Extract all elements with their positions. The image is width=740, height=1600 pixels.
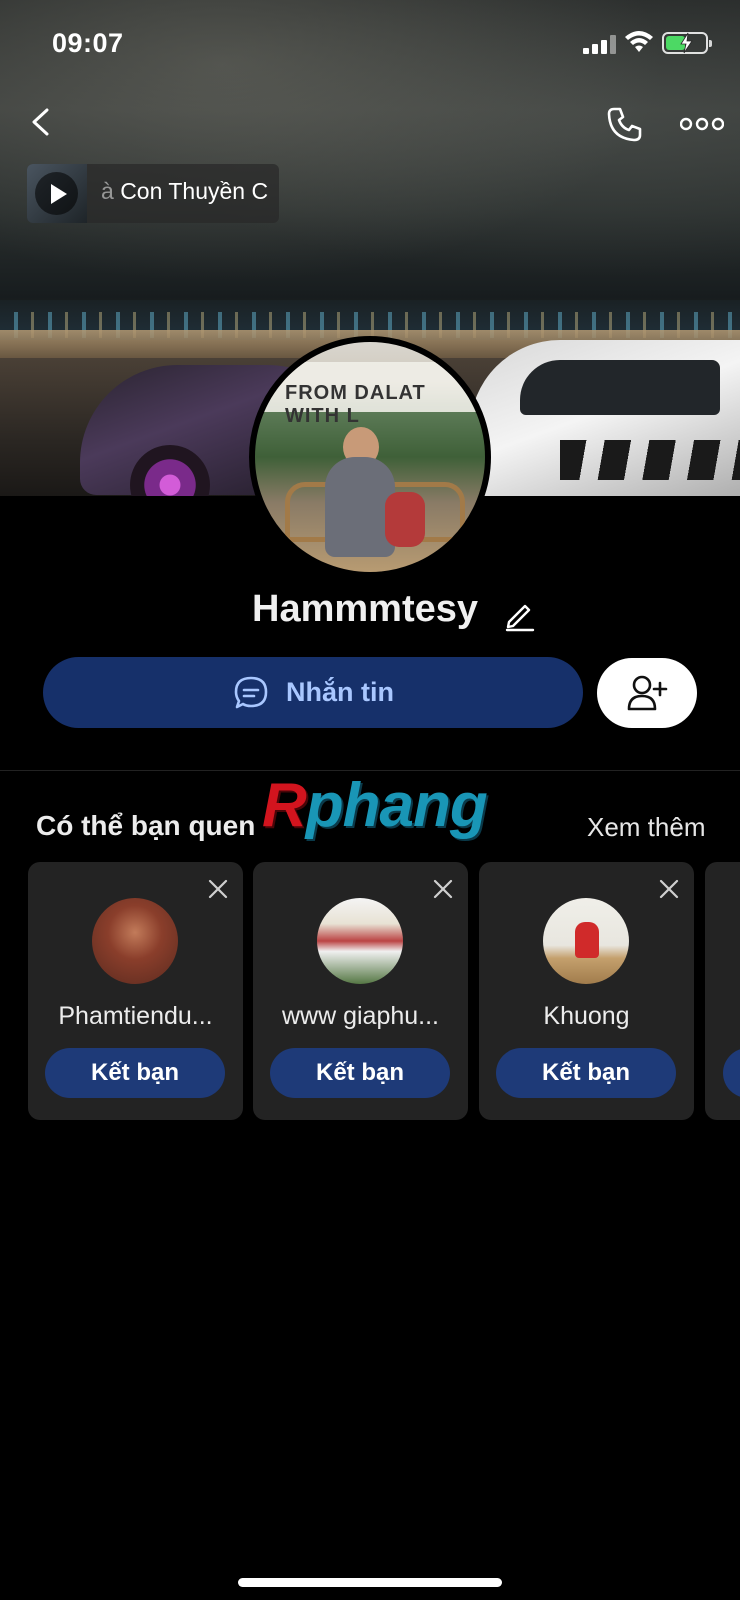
add-friend-suggestion-button[interactable]: Kết bạn (45, 1048, 225, 1098)
cover-car-stripe (560, 440, 740, 480)
back-chevron-icon[interactable] (24, 104, 60, 140)
battery-tip (709, 40, 712, 47)
suggestion-card-partial[interactable] (705, 862, 740, 1120)
watermark-letter: R (262, 771, 307, 840)
add-friend-suggestion-button-partial[interactable] (723, 1048, 740, 1098)
edit-pencil-icon[interactable] (503, 598, 537, 632)
message-button-label: Nhắn tin (286, 677, 394, 707)
suggestions-title: Có thể bạn quen (36, 810, 256, 841)
music-title-main: Con Thuyền C (120, 178, 269, 204)
suggestions-carousel[interactable]: Phamtiendu... Kết bạn www giaphu... Kết … (28, 862, 740, 1122)
music-title-prefix: à (101, 178, 114, 204)
profile-name: Hammmtesy (252, 588, 478, 630)
suggestion-name[interactable]: Phamtiendu... (40, 1002, 231, 1031)
add-friend-suggestion-button[interactable]: Kết bạn (270, 1048, 450, 1098)
cover-car-right (470, 340, 740, 496)
suggestion-card[interactable]: Phamtiendu... Kết bạn (28, 862, 243, 1120)
close-icon[interactable] (207, 878, 229, 900)
see-more-link[interactable]: Xem thêm (587, 812, 706, 843)
watermark-text: phang (305, 771, 488, 840)
home-indicator[interactable] (238, 1578, 502, 1587)
play-icon[interactable] (35, 172, 78, 215)
music-title: à Con Thuyền C (101, 178, 279, 205)
suggestion-avatar[interactable] (543, 898, 629, 984)
more-horizontal-icon[interactable] (680, 112, 724, 136)
suggestion-card[interactable]: Khuong Kết bạn (479, 862, 694, 1120)
close-icon[interactable] (432, 878, 454, 900)
suggestion-avatar[interactable] (317, 898, 403, 984)
charging-bolt-icon (680, 32, 693, 54)
close-icon[interactable] (658, 878, 680, 900)
chat-bubble-icon (234, 676, 268, 708)
cover-car-window (520, 360, 720, 415)
status-bar: 09:07 (0, 0, 740, 90)
status-time: 09:07 (52, 28, 124, 58)
suggestion-name[interactable]: www giaphu... (265, 1002, 456, 1031)
cover-car-wheel (130, 445, 210, 496)
add-friend-suggestion-button[interactable]: Kết bạn (496, 1048, 676, 1098)
add-friend-button[interactable] (597, 658, 697, 728)
avatar-sign-text: FROM DALAT WITH L (285, 382, 426, 427)
phone-icon[interactable] (604, 104, 644, 144)
suggestion-avatar[interactable] (92, 898, 178, 984)
message-button[interactable]: Nhắn tin (43, 657, 583, 728)
wifi-icon (625, 31, 653, 52)
battery-icon (662, 32, 712, 54)
suggestion-avatar-figure (575, 922, 599, 958)
profile-music-player[interactable]: à Con Thuyền C (27, 164, 279, 223)
profile-avatar[interactable]: FROM DALAT WITH L (249, 336, 491, 578)
cellular-signal-icon (583, 34, 617, 54)
watermark-logo: Rphang (262, 770, 488, 841)
avatar-child (385, 492, 425, 547)
suggestion-card[interactable]: www giaphu... Kết bạn (253, 862, 468, 1120)
add-user-icon (627, 675, 668, 711)
suggestion-name[interactable]: Khuong (491, 1002, 682, 1031)
